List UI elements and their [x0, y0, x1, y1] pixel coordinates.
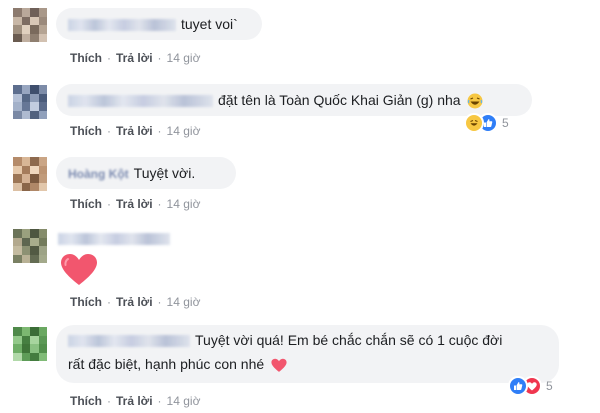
reaction-summary[interactable]: 5: [464, 113, 509, 133]
reply-link[interactable]: Trả lời: [116, 197, 153, 211]
comment-text: Tuyệt vời.: [133, 165, 196, 181]
like-link[interactable]: Thích: [70, 295, 102, 309]
avatar[interactable]: [13, 8, 47, 42]
like-link[interactable]: Thích: [70, 51, 102, 65]
comment-time[interactable]: 14 giờ: [167, 197, 201, 211]
reaction-summary[interactable]: 5: [508, 376, 553, 396]
blurred-author-name[interactable]: [68, 19, 176, 32]
reply-link[interactable]: Trả lời: [116, 51, 153, 65]
haha-reaction-icon: [464, 113, 484, 133]
comment-actions: Thích · Trả lời · 14 giờ: [70, 197, 201, 211]
avatar[interactable]: [13, 157, 47, 191]
avatar[interactable]: [13, 85, 47, 119]
comment-text: tuyet voi`: [181, 16, 238, 32]
comment-bubble: Tuyệt vời quá! Em bé chắc chắn sẽ có 1 c…: [56, 325, 559, 383]
reaction-count: 5: [502, 116, 509, 130]
laughing-emoji-icon: [467, 93, 483, 109]
avatar[interactable]: [13, 327, 47, 361]
comment-time[interactable]: 14 giờ: [167, 124, 201, 138]
reply-link[interactable]: Trả lời: [116, 394, 153, 408]
comment-time[interactable]: 14 giờ: [167, 295, 201, 309]
comment-actions: Thích · Trả lời · 14 giờ: [70, 295, 201, 309]
reply-link[interactable]: Trả lời: [116, 295, 153, 309]
reaction-count: 5: [546, 379, 553, 393]
comment-text-line-2: rất đặc biệt, hạnh phúc con nhé: [68, 356, 265, 372]
like-link[interactable]: Thích: [70, 197, 102, 211]
comment-bubble: tuyet voi`: [56, 8, 262, 40]
comment-time[interactable]: 14 giờ: [167, 51, 201, 65]
heart-emoji-icon: [271, 358, 287, 372]
blurred-author-name[interactable]: [68, 95, 213, 108]
avatar[interactable]: [13, 229, 47, 263]
comment-time[interactable]: 14 giờ: [167, 394, 201, 408]
blurred-author-name[interactable]: Hoàng Kột: [68, 167, 129, 181]
comment-actions: Thích · Trả lời · 14 giờ: [70, 394, 201, 408]
reply-link[interactable]: Trả lời: [116, 124, 153, 138]
comment-text-line-1: Tuyệt vời quá! Em bé chắc chắn sẽ có 1 c…: [195, 332, 503, 348]
heart-emoji-icon: [61, 254, 97, 285]
like-reaction-icon: [508, 376, 528, 396]
like-link[interactable]: Thích: [70, 124, 102, 138]
comment-bubble: Hoàng Kột Tuyệt vời.: [56, 157, 236, 189]
comment-actions: Thích · Trả lời · 14 giờ: [70, 124, 201, 138]
comment-text: đặt tên là Toàn Quốc Khai Giản (g) nha: [218, 92, 461, 108]
blurred-author-name[interactable]: [68, 335, 190, 348]
comment-actions: Thích · Trả lời · 14 giờ: [70, 51, 201, 65]
comment-bubble: đặt tên là Toàn Quốc Khai Giản (g) nha: [56, 84, 532, 116]
like-link[interactable]: Thích: [70, 394, 102, 408]
blurred-author-name[interactable]: [58, 233, 170, 245]
